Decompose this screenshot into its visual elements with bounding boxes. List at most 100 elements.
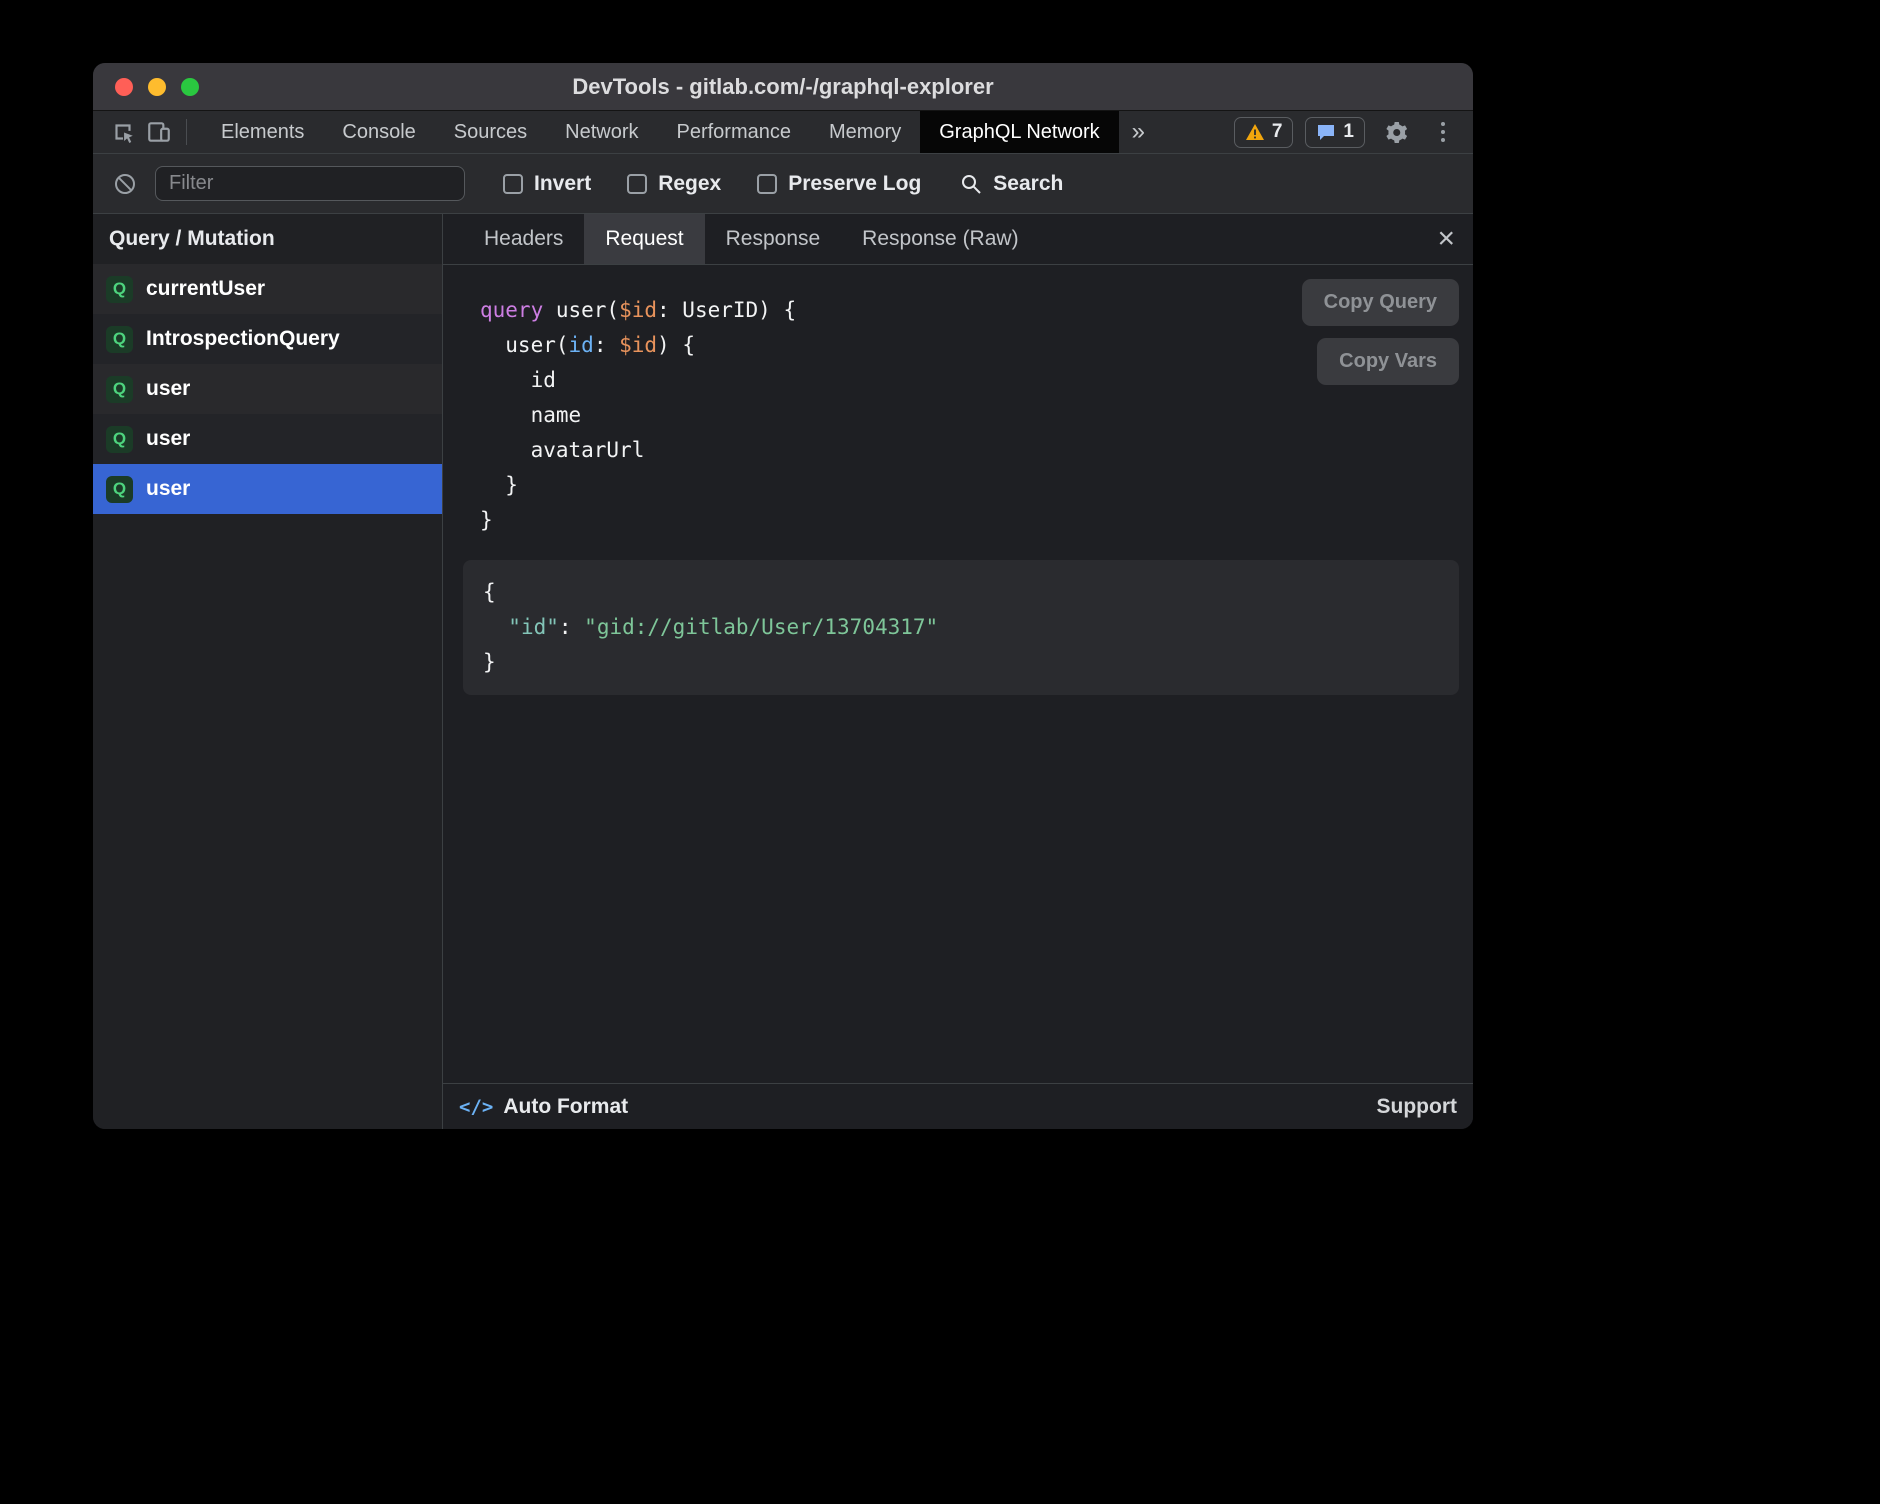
code-line: } <box>480 468 1473 503</box>
detail-tab-request[interactable]: Request <box>584 214 704 264</box>
code-token: } <box>480 473 518 497</box>
query-list: QcurrentUserQIntrospectionQueryQuserQuse… <box>93 264 442 514</box>
devtools-window: DevTools - gitlab.com/-/graphql-explorer… <box>93 63 1473 1129</box>
gear-icon <box>1383 120 1408 145</box>
invert-checkbox[interactable]: Invert <box>503 172 591 196</box>
support-link[interactable]: Support <box>1377 1095 1457 1119</box>
zoom-window-button[interactable] <box>181 78 199 96</box>
detail-tab-headers[interactable]: Headers <box>463 214 584 264</box>
search-icon <box>959 172 983 196</box>
search-control[interactable]: Search <box>959 172 1063 196</box>
code-token: "id" <box>508 615 559 639</box>
settings-gear-icon[interactable] <box>1377 114 1413 150</box>
code-token: id <box>569 333 594 357</box>
filter-input[interactable] <box>155 166 465 201</box>
code-line: } <box>483 645 1439 680</box>
warnings-badge[interactable]: 7 <box>1234 117 1294 148</box>
code-line: avatarUrl <box>480 433 1473 468</box>
query-list-header: Query / Mutation <box>93 214 442 264</box>
query-label: user <box>146 377 190 401</box>
auto-format-button[interactable]: Auto Format <box>503 1095 628 1119</box>
query-type-badge-icon: Q <box>106 326 133 353</box>
preserve-log-checkbox[interactable]: Preserve Log <box>757 172 921 196</box>
tab-graphql-network[interactable]: GraphQL Network <box>920 111 1118 153</box>
code-token: $id <box>619 333 657 357</box>
window-titlebar: DevTools - gitlab.com/-/graphql-explorer <box>93 63 1473 111</box>
checkbox-label: Regex <box>658 172 721 196</box>
kebab-menu-icon[interactable] <box>1425 114 1461 150</box>
search-label: Search <box>993 172 1063 196</box>
message-count: 1 <box>1343 121 1354 143</box>
code-token: avatarUrl <box>480 438 644 462</box>
inspect-element-icon[interactable] <box>105 114 141 150</box>
detail-tab-response[interactable]: Response <box>705 214 842 264</box>
code-token: { <box>483 580 496 604</box>
code-line: { <box>483 575 1439 610</box>
tab-sources[interactable]: Sources <box>435 111 546 153</box>
variables-code: { "id": "gid://gitlab/User/13704317"} <box>483 575 1439 680</box>
tab-console[interactable]: Console <box>323 111 434 153</box>
query-row-user-4[interactable]: Quser <box>93 464 442 514</box>
clear-icon[interactable] <box>107 166 143 202</box>
query-type-badge-icon: Q <box>106 426 133 453</box>
panel-content: Query / Mutation QcurrentUserQIntrospect… <box>93 214 1473 1129</box>
regex-checkbox[interactable]: Regex <box>627 172 721 196</box>
code-brackets-icon: </> <box>459 1096 493 1118</box>
copy-query-button[interactable]: Copy Query <box>1302 279 1459 326</box>
code-token <box>483 615 508 639</box>
code-token: "gid://gitlab/User/13704317" <box>584 615 938 639</box>
code-token: } <box>480 508 493 532</box>
minimize-window-button[interactable] <box>148 78 166 96</box>
request-tab-content: Copy Query Copy Vars query user($id: Use… <box>443 265 1473 1083</box>
tab-network[interactable]: Network <box>546 111 657 153</box>
query-row-user-3[interactable]: Quser <box>93 414 442 464</box>
inspect-cursor-icon <box>110 119 136 145</box>
copy-vars-button[interactable]: Copy Vars <box>1317 338 1459 385</box>
query-label: user <box>146 427 190 451</box>
code-token: name <box>480 403 581 427</box>
detail-footer: </> Auto Format Support <box>443 1083 1473 1129</box>
variables-box: { "id": "gid://gitlab/User/13704317"} <box>463 560 1459 695</box>
device-toolbar-icon[interactable] <box>141 114 177 150</box>
query-row-user-2[interactable]: Quser <box>93 364 442 414</box>
message-bubble-icon <box>1316 123 1336 142</box>
more-tabs-button[interactable]: » <box>1119 111 1158 153</box>
tab-performance[interactable]: Performance <box>658 111 811 153</box>
code-token: id <box>480 368 556 392</box>
code-token: : <box>559 615 584 639</box>
warning-triangle-icon <box>1245 123 1265 141</box>
filter-checkbox-group: Invert Regex Preserve Log <box>503 172 921 196</box>
query-label: currentUser <box>146 277 265 301</box>
detail-tab-response-raw[interactable]: Response (Raw) <box>841 214 1039 264</box>
query-type-badge-icon: Q <box>106 476 133 503</box>
code-line: "id": "gid://gitlab/User/13704317" <box>483 610 1439 645</box>
warning-count: 7 <box>1272 121 1283 143</box>
issues-badge[interactable]: 1 <box>1305 117 1365 148</box>
code-line: name <box>480 398 1473 433</box>
code-token: } <box>483 650 496 674</box>
query-label: user <box>146 477 190 501</box>
filter-toolbar: Invert Regex Preserve Log Search <box>93 154 1473 214</box>
main-tab-strip: ElementsConsoleSourcesNetworkPerformance… <box>202 111 1119 153</box>
request-detail-panel: HeadersRequestResponseResponse (Raw) × C… <box>443 214 1473 1129</box>
query-row-introspectionquery-1[interactable]: Q IntrospectionQuery <box>93 314 442 364</box>
code-token: $id <box>619 298 657 322</box>
detail-tab-strip: HeadersRequestResponseResponse (Raw) <box>463 214 1040 264</box>
code-token: : UserID) { <box>657 298 796 322</box>
close-detail-icon[interactable]: × <box>1437 224 1455 254</box>
code-token: : <box>594 333 619 357</box>
checkbox-box-icon <box>627 174 647 194</box>
toolbar-separator <box>186 119 187 145</box>
tab-elements[interactable]: Elements <box>202 111 323 153</box>
query-row-currentuser-0[interactable]: QcurrentUser <box>93 264 442 314</box>
tab-memory[interactable]: Memory <box>810 111 920 153</box>
detail-tab-bar: HeadersRequestResponseResponse (Raw) × <box>443 214 1473 265</box>
close-window-button[interactable] <box>115 78 133 96</box>
code-token: query <box>480 298 543 322</box>
checkbox-label: Preserve Log <box>788 172 921 196</box>
query-type-badge-icon: Q <box>106 376 133 403</box>
checkbox-box-icon <box>757 174 777 194</box>
query-label: IntrospectionQuery <box>146 327 340 351</box>
traffic-lights <box>93 78 199 96</box>
query-type-badge-icon: Q <box>106 276 133 303</box>
